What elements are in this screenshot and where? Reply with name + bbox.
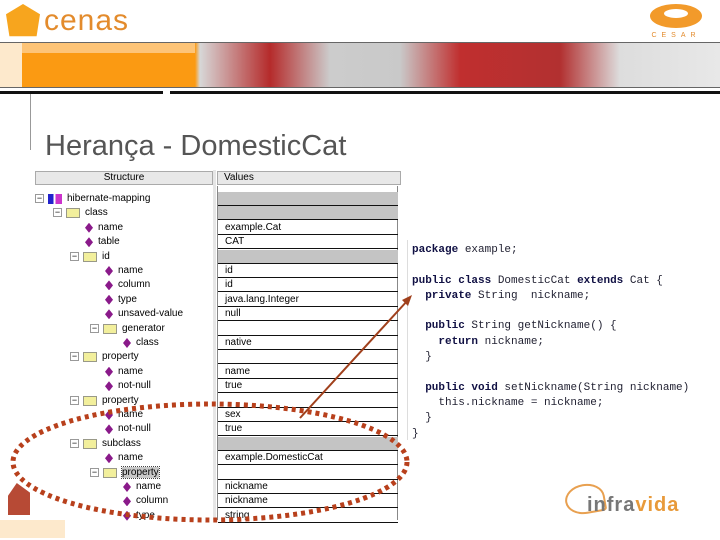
highlight-ellipse [10, 401, 410, 523]
infravida-text-b: vida [635, 494, 680, 516]
infravida-text-a: infra [587, 494, 636, 516]
footer-strip [0, 520, 65, 538]
infravida-logo: infravida [562, 480, 715, 524]
annotation-arrow [299, 299, 409, 419]
annotation-overlay [10, 295, 412, 523]
